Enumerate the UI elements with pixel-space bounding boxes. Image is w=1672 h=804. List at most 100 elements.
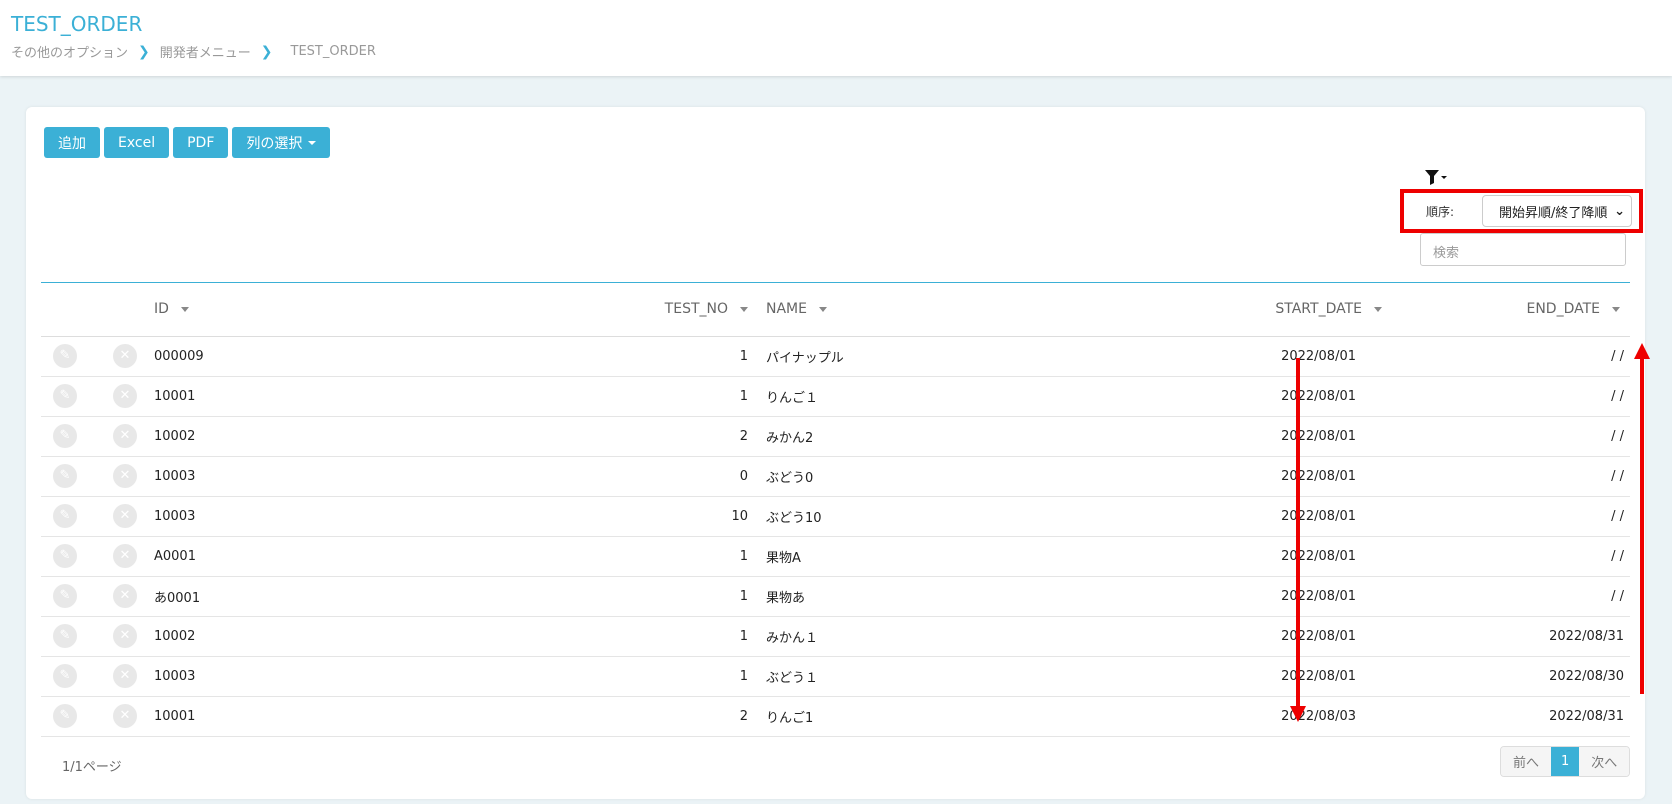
column-select-button[interactable]: 列の選択	[232, 127, 331, 158]
delete-icon[interactable]: ✕	[113, 424, 137, 448]
cell-start-date: 2022/08/01	[956, 616, 1386, 657]
breadcrumb-item[interactable]: その他のオプション	[11, 42, 128, 61]
cell-end-date: / /	[1386, 576, 1630, 617]
table-row: ✎ ✕ A0001 1 果物A 2022/08/01 / /	[41, 536, 1630, 577]
page-title: TEST_ORDER	[11, 12, 143, 36]
pagination: 前へ 1 次へ	[1500, 746, 1631, 777]
breadcrumb: その他のオプション ❯ 開発者メニュー ❯ TEST_ORDER	[11, 42, 376, 62]
table-row: ✎ ✕ 000009 1 パイナップル 2022/08/01 / /	[41, 336, 1630, 377]
edit-icon[interactable]: ✎	[53, 344, 77, 368]
annotation-arrow-up	[1640, 358, 1644, 694]
cell-start-date: 2022/08/01	[956, 536, 1386, 577]
cell-test-no: 0	[284, 456, 756, 497]
cell-name: ぶどう0	[756, 456, 956, 497]
cell-name: 果物A	[756, 536, 956, 577]
cell-id: 10002	[154, 616, 284, 657]
cell-test-no: 1	[284, 336, 756, 377]
content-card: 追加 Excel PDF 列の選択 順序: 開始昇順/終了降順 ⌄ 検索 ID …	[26, 107, 1645, 799]
breadcrumb-item[interactable]: 開発者メニュー	[160, 42, 251, 61]
cell-id: 000009	[154, 336, 284, 377]
cell-id: あ0001	[154, 576, 284, 617]
cell-start-date: 2022/08/01	[956, 456, 1386, 497]
delete-icon[interactable]: ✕	[113, 504, 137, 528]
delete-icon[interactable]: ✕	[113, 664, 137, 688]
cell-test-no: 2	[284, 416, 756, 457]
cell-start-date: 2022/08/01	[956, 416, 1386, 457]
cell-test-no: 1	[284, 376, 756, 417]
cell-id: 10003	[154, 656, 284, 697]
cell-end-date: 2022/08/30	[1386, 656, 1630, 697]
filter-icon[interactable]	[1424, 168, 1448, 191]
sort-icon	[1612, 306, 1620, 312]
cell-end-date: 2022/08/31	[1386, 696, 1630, 737]
cell-test-no: 2	[284, 696, 756, 737]
header-end-date[interactable]: END_DATE	[1386, 283, 1630, 337]
delete-icon[interactable]: ✕	[113, 464, 137, 488]
edit-icon[interactable]: ✎	[53, 504, 77, 528]
cell-id: 10003	[154, 496, 284, 537]
header-id[interactable]: ID	[154, 283, 284, 337]
edit-icon[interactable]: ✎	[53, 464, 77, 488]
cell-end-date: / /	[1386, 376, 1630, 417]
sort-icon	[740, 306, 748, 312]
cell-test-no: 1	[284, 576, 756, 617]
cell-test-no: 1	[284, 616, 756, 657]
table-row: ✎ ✕ あ0001 1 果物あ 2022/08/01 / /	[41, 576, 1630, 617]
table-row: ✎ ✕ 10003 10 ぶどう10 2022/08/01 / /	[41, 496, 1630, 537]
table-row: ✎ ✕ 10001 2 りんご1 2022/08/03 2022/08/31	[41, 696, 1630, 737]
add-button[interactable]: 追加	[44, 127, 100, 158]
delete-icon[interactable]: ✕	[113, 344, 137, 368]
edit-icon[interactable]: ✎	[53, 584, 77, 608]
delete-icon[interactable]: ✕	[113, 384, 137, 408]
cell-end-date: / /	[1386, 496, 1630, 537]
header-start-date[interactable]: START_DATE	[956, 283, 1386, 337]
edit-icon[interactable]: ✎	[53, 384, 77, 408]
chevron-down-icon: ⌄	[1614, 203, 1625, 219]
edit-icon[interactable]: ✎	[53, 704, 77, 728]
header-test-no[interactable]: TEST_NO	[284, 283, 756, 337]
header-name[interactable]: NAME	[756, 283, 956, 337]
toolbar: 追加 Excel PDF 列の選択	[44, 127, 331, 158]
cell-id: 10002	[154, 416, 284, 457]
cell-name: りんご1	[756, 696, 956, 737]
cell-test-no: 1	[284, 536, 756, 577]
chevron-right-icon: ❯	[260, 43, 273, 60]
page-1-button[interactable]: 1	[1551, 747, 1580, 776]
cell-start-date: 2022/08/01	[956, 656, 1386, 697]
breadcrumb-current: TEST_ORDER	[290, 44, 376, 59]
edit-icon[interactable]: ✎	[53, 544, 77, 568]
page-info: 1/1ページ	[62, 760, 122, 775]
excel-button[interactable]: Excel	[104, 127, 170, 158]
annotation-arrow-down	[1296, 358, 1300, 708]
search-input[interactable]: 検索	[1420, 233, 1626, 266]
chevron-right-icon: ❯	[138, 43, 150, 60]
cell-start-date: 2022/08/01	[956, 496, 1386, 537]
delete-icon[interactable]: ✕	[113, 584, 137, 608]
edit-icon[interactable]: ✎	[53, 664, 77, 688]
edit-icon[interactable]: ✎	[53, 624, 77, 648]
pdf-button[interactable]: PDF	[173, 127, 229, 158]
order-label: 順序:	[1426, 204, 1455, 219]
delete-icon[interactable]: ✕	[113, 624, 137, 648]
edit-icon[interactable]: ✎	[53, 424, 77, 448]
prev-page-button[interactable]: 前へ	[1501, 747, 1552, 776]
order-highlight: 順序: 開始昇順/終了降順 ⌄	[1400, 189, 1643, 233]
delete-icon[interactable]: ✕	[113, 704, 137, 728]
arrow-head-down	[1290, 706, 1306, 722]
arrow-head-up	[1634, 343, 1650, 359]
order-select[interactable]: 開始昇順/終了降順 ⌄	[1482, 195, 1632, 227]
caret-down-icon	[308, 140, 317, 145]
cell-end-date: / /	[1386, 536, 1630, 577]
sort-icon	[180, 306, 189, 312]
delete-icon[interactable]: ✕	[113, 544, 137, 568]
cell-end-date: / /	[1386, 456, 1630, 497]
next-page-button[interactable]: 次へ	[1579, 747, 1630, 776]
table-row: ✎ ✕ 10001 1 りんご１ 2022/08/01 / /	[41, 376, 1630, 417]
cell-end-date: 2022/08/31	[1386, 616, 1630, 657]
cell-name: りんご１	[756, 376, 956, 417]
cell-name: みかん2	[756, 416, 956, 457]
cell-test-no: 10	[284, 496, 756, 537]
page-header: TEST_ORDER その他のオプション ❯ 開発者メニュー ❯ TEST_OR…	[0, 0, 1672, 76]
order-select-value: 開始昇順/終了降順	[1499, 205, 1608, 221]
cell-name: みかん１	[756, 616, 956, 657]
